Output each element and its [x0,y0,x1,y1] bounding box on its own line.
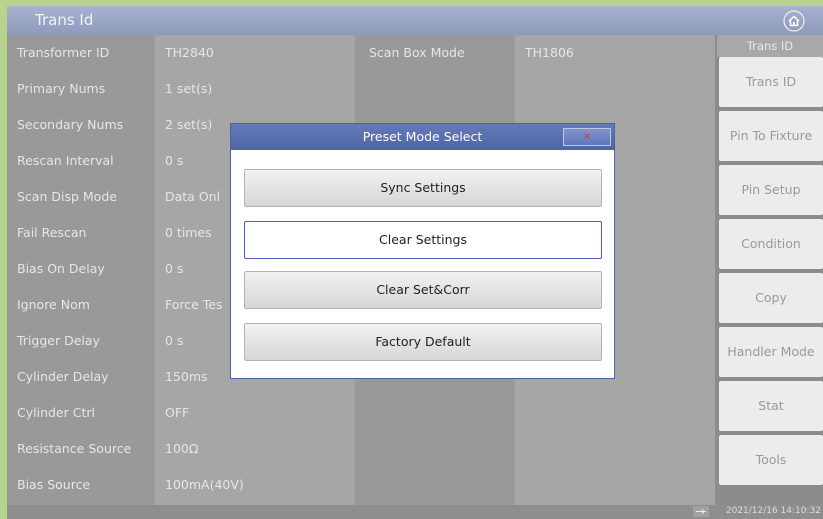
option-clear-settings-button[interactable]: Clear Settings [244,221,602,259]
side-button-pin-to-fixture[interactable]: Pin To Fixture [719,111,823,161]
param-row: Transformer ID TH2840 Scan Box Mode TH1806 [7,35,717,71]
param-value[interactable]: TH1806 [525,35,705,71]
side-button-copy[interactable]: Copy [719,273,823,323]
dialog-close-button[interactable]: × [563,128,611,146]
param-label: Fail Rescan [17,225,87,240]
preset-mode-dialog: Preset Mode Select × Sync Settings Clear … [230,123,615,379]
page-title: Trans Id [35,11,94,29]
param-value[interactable]: 100Ω [165,431,350,467]
option-clear-set-corr-button[interactable]: Clear Set&Corr [244,271,602,309]
param-label [369,71,509,107]
param-value[interactable]: TH2840 [165,35,350,71]
side-menu: Trans ID Trans ID Pin To Fixture Pin Setup… [717,35,823,505]
status-bar: 2021/12/16 14:10:32 [7,505,823,519]
param-label: Rescan Interval [17,153,114,168]
param-row: Primary Nums 1 set(s) [7,71,717,107]
param-value[interactable] [525,395,705,431]
param-label: Cylinder Delay [17,369,109,384]
usb-icon [693,506,709,517]
param-label: Scan Box Mode [369,45,465,60]
side-button-trans-id[interactable]: Trans ID [719,57,823,107]
datetime: 2021/12/16 14:10:32 [725,506,821,516]
param-label: Primary Nums [17,81,106,96]
param-value[interactable]: 1 set(s) [165,71,350,107]
param-label [369,467,509,503]
side-button-tools[interactable]: Tools [719,435,823,485]
instrument-screen: Trans Id Transformer ID TH2840 Scan Box Mo… [7,6,823,519]
param-value[interactable] [525,71,705,107]
param-label: Ignore Nom [17,297,90,312]
param-label: Cylinder Ctrl [17,405,95,420]
option-factory-default-button[interactable]: Factory Default [244,323,602,361]
param-row: Cylinder Ctrl OFF [7,395,717,431]
side-button-condition[interactable]: Condition [719,219,823,269]
param-value[interactable]: OFF [165,395,350,431]
param-label: Transformer ID [17,45,110,60]
param-label: Bias On Delay [17,261,105,276]
param-value[interactable]: 100mA(40V) [165,467,350,503]
param-row: Bias Source 100mA(40V) [7,467,717,503]
side-menu-heading: Trans ID [717,35,823,57]
param-label [369,395,509,431]
param-row: Resistance Source 100Ω [7,431,717,467]
side-button-stat[interactable]: Stat [719,381,823,431]
title-bar: Trans Id [7,6,823,35]
param-value[interactable] [525,467,705,503]
param-label: Secondary Nums [17,117,124,132]
param-label: Scan Disp Mode [17,189,117,204]
side-button-pin-setup[interactable]: Pin Setup [719,165,823,215]
param-label: Resistance Source [17,441,132,456]
option-sync-settings-button[interactable]: Sync Settings [244,169,602,207]
side-button-handler-mode[interactable]: Handler Mode [719,327,823,377]
param-label [369,431,509,467]
param-label: Trigger Delay [17,333,100,348]
home-icon[interactable] [783,10,805,32]
param-value[interactable] [525,431,705,467]
param-label: Bias Source [17,477,91,492]
dialog-title: Preset Mode Select [231,124,614,150]
